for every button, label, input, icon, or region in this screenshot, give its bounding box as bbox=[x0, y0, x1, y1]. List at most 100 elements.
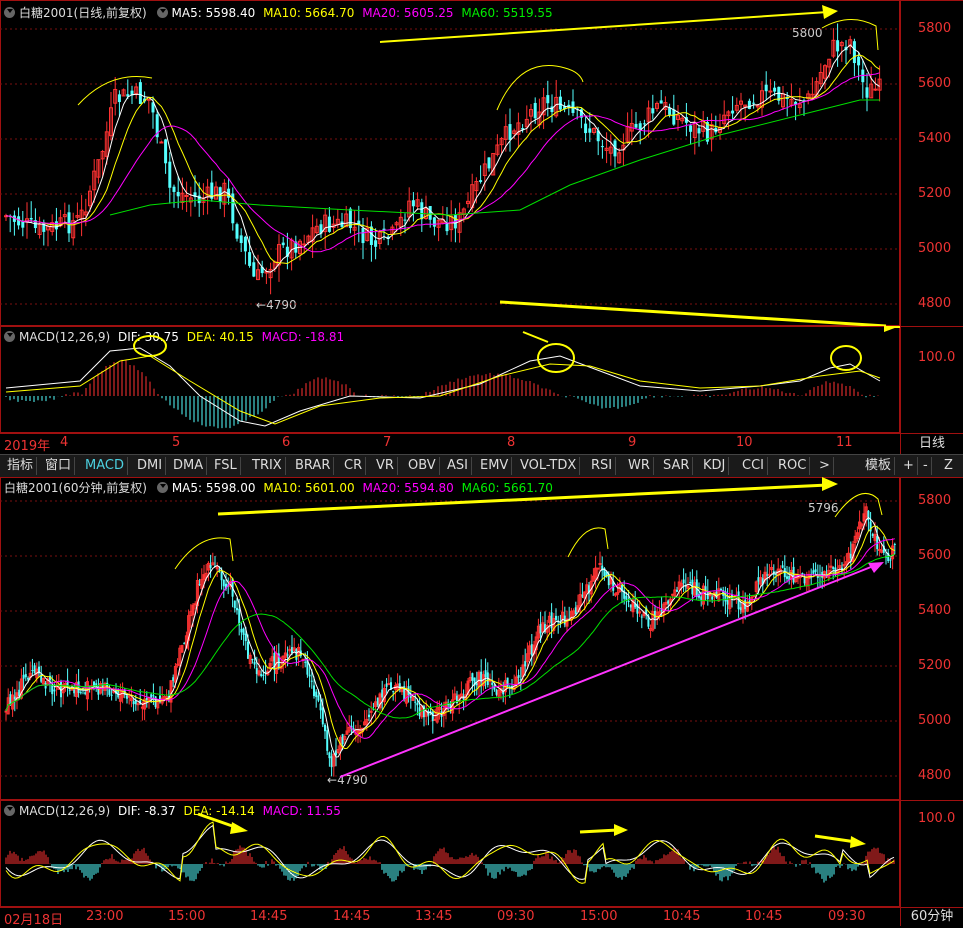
hand-drawn-circle bbox=[537, 343, 575, 373]
candle-body bbox=[487, 157, 491, 169]
arrow-head bbox=[884, 326, 900, 332]
candle-body bbox=[172, 186, 176, 192]
month-label: 8 bbox=[507, 435, 516, 450]
yellow-trend-arrow bbox=[499, 300, 887, 326]
price-tick: 5400 bbox=[918, 131, 952, 146]
candle-body bbox=[73, 689, 76, 694]
tab-cr[interactable]: CR bbox=[341, 457, 367, 475]
candle-body bbox=[260, 674, 263, 677]
candle-body bbox=[27, 678, 29, 680]
candle-body bbox=[403, 219, 407, 221]
price-tick: 5200 bbox=[918, 186, 952, 201]
candle-body bbox=[414, 701, 417, 703]
tab-dmi[interactable]: DMI bbox=[134, 457, 167, 475]
hand-drawn-stroke bbox=[522, 331, 549, 343]
candle-body bbox=[768, 90, 773, 93]
month-label: 9 bbox=[628, 435, 637, 450]
yellow-trend-arrow bbox=[379, 11, 829, 43]
tab-roc[interactable]: ROC bbox=[775, 457, 811, 475]
yellow-trend-arrow bbox=[579, 828, 619, 834]
candle-body bbox=[411, 200, 415, 207]
zoom-out-button[interactable]: - bbox=[920, 457, 932, 475]
arrow-head bbox=[614, 824, 628, 836]
candle-body bbox=[304, 661, 307, 663]
candle-body bbox=[676, 589, 678, 592]
candle-body bbox=[471, 673, 474, 681]
period-60min[interactable]: 60分钟 bbox=[900, 907, 963, 926]
candle-body bbox=[324, 724, 326, 732]
z-button[interactable]: Z bbox=[941, 457, 956, 475]
year-label: 2019年 bbox=[4, 439, 51, 454]
month-label: 6 bbox=[282, 435, 291, 450]
candle-body bbox=[814, 569, 817, 572]
candle-body bbox=[479, 180, 483, 182]
tab-vr[interactable]: VR bbox=[373, 457, 398, 475]
period-daily[interactable]: 日线 bbox=[900, 433, 963, 454]
price-tick: 5600 bbox=[918, 76, 952, 91]
tab-kdj[interactable]: KDJ bbox=[700, 457, 730, 475]
candle-body bbox=[720, 588, 722, 591]
candle-body bbox=[110, 694, 113, 696]
hand-drawn-top-arc bbox=[567, 527, 609, 558]
candle-body bbox=[767, 573, 771, 576]
candle-body bbox=[31, 670, 34, 672]
candle-body bbox=[682, 579, 685, 584]
candle-body bbox=[243, 236, 247, 252]
candle-body bbox=[108, 689, 111, 695]
daily-date-axis: 2019年 4 5 6 7 8 9 10 11 bbox=[0, 433, 900, 454]
tab-cci[interactable]: CCI bbox=[739, 457, 768, 475]
macd-tick: 100.0 bbox=[918, 811, 956, 826]
candle-body bbox=[233, 600, 236, 609]
ma20-line bbox=[5, 538, 895, 739]
candle-body bbox=[117, 94, 121, 103]
tab-more-arrow[interactable]: > bbox=[816, 457, 834, 475]
tab-trix[interactable]: TRIX bbox=[249, 457, 286, 475]
hand-drawn-top-arc bbox=[834, 493, 883, 518]
arrow-head bbox=[822, 5, 838, 19]
candle-body bbox=[236, 607, 238, 611]
price-tick: 5400 bbox=[918, 603, 952, 618]
price-tick: 5800 bbox=[918, 493, 952, 508]
date-label: 13:45 bbox=[415, 909, 453, 924]
price-tick: 5000 bbox=[918, 241, 952, 256]
candle-body bbox=[240, 628, 243, 633]
candle-body bbox=[752, 102, 756, 104]
tab-brar[interactable]: BRAR bbox=[292, 457, 335, 475]
tab-rsi[interactable]: RSI bbox=[588, 457, 617, 475]
candle-body bbox=[368, 714, 370, 718]
daily-macd-chart bbox=[5, 326, 900, 429]
month-label: 10 bbox=[736, 435, 753, 450]
candle-body bbox=[184, 194, 189, 197]
month-label: 5 bbox=[172, 435, 181, 450]
tab-dma[interactable]: DMA bbox=[170, 457, 208, 475]
candle-body bbox=[176, 191, 180, 197]
tab-vol-tdx[interactable]: VOL-TDX bbox=[517, 457, 581, 475]
candle-body bbox=[873, 88, 878, 91]
candle-body bbox=[315, 691, 318, 698]
candle-body bbox=[517, 675, 520, 678]
candle-body bbox=[84, 692, 87, 695]
price-tick: 5200 bbox=[918, 658, 952, 673]
tab-asi[interactable]: ASI bbox=[444, 457, 472, 475]
zoom-in-button[interactable]: + bbox=[900, 457, 918, 475]
tab-window[interactable]: 窗口 bbox=[42, 457, 76, 475]
candle-body bbox=[244, 633, 247, 642]
candle-body bbox=[209, 564, 212, 568]
tab-obv[interactable]: OBV bbox=[405, 457, 440, 475]
tab-emv[interactable]: EMV bbox=[477, 457, 513, 475]
candle-body bbox=[302, 243, 307, 246]
candle-body bbox=[893, 544, 896, 546]
tab-sar[interactable]: SAR bbox=[660, 457, 694, 475]
month-label: 4 bbox=[60, 435, 69, 450]
tab-macd[interactable]: MACD bbox=[82, 457, 128, 475]
candle-body bbox=[508, 124, 512, 140]
date-label: 14:45 bbox=[333, 909, 371, 924]
candle-body bbox=[533, 102, 537, 119]
candle-body bbox=[310, 680, 313, 682]
yellow-trend-arrow bbox=[217, 483, 829, 516]
tab-fsl[interactable]: FSL bbox=[211, 457, 241, 475]
template-button[interactable]: 模板 bbox=[862, 457, 896, 475]
tab-indicator[interactable]: 指标 bbox=[4, 457, 38, 475]
candle-body bbox=[29, 218, 33, 220]
tab-wr[interactable]: WR bbox=[625, 457, 654, 475]
